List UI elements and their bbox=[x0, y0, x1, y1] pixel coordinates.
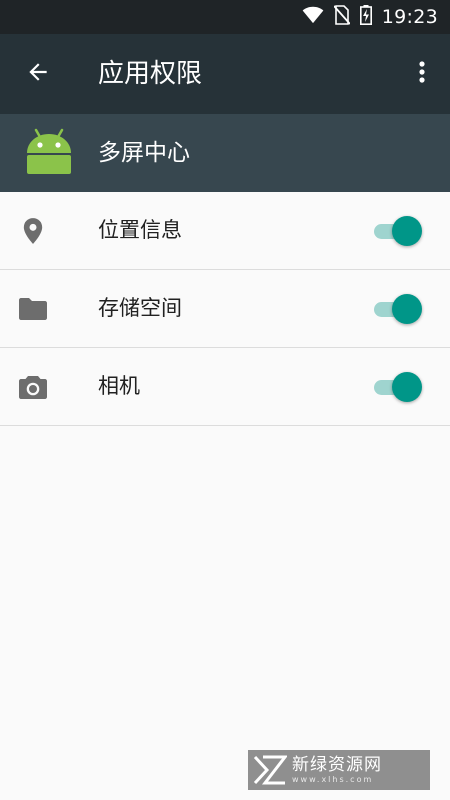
camera-icon bbox=[18, 372, 48, 402]
more-options-button[interactable] bbox=[402, 50, 442, 98]
toggle-thumb bbox=[392, 372, 422, 402]
permission-label: 位置信息 bbox=[98, 218, 182, 242]
app-header: 多屏中心 bbox=[0, 114, 450, 192]
permission-label: 相机 bbox=[98, 374, 140, 398]
watermark-logo-icon bbox=[248, 750, 292, 790]
location-pin-icon bbox=[18, 216, 48, 246]
no-sim-icon bbox=[333, 5, 351, 29]
app-permissions-screen: 19:23 应用权限 多屏中心 位置信息 存储空间 相机 新绿资源网 www.x… bbox=[0, 0, 450, 800]
toggle-thumb bbox=[392, 294, 422, 324]
arrow-back-icon bbox=[25, 59, 51, 89]
page-title: 应用权限 bbox=[98, 59, 203, 89]
permission-row-storage[interactable]: 存储空间 bbox=[0, 270, 450, 348]
camera-toggle[interactable] bbox=[372, 372, 422, 402]
permission-row-location[interactable]: 位置信息 bbox=[0, 192, 450, 270]
watermark-title: 新绿资源网 bbox=[292, 755, 382, 775]
watermark-text: 新绿资源网 www.xlhs.com bbox=[292, 755, 382, 785]
toolbar: 应用权限 bbox=[0, 34, 450, 114]
wifi-icon bbox=[302, 6, 324, 28]
storage-toggle[interactable] bbox=[372, 294, 422, 324]
android-robot-icon bbox=[22, 126, 76, 180]
app-name: 多屏中心 bbox=[98, 140, 190, 166]
back-button[interactable] bbox=[14, 50, 62, 98]
battery-charging-icon bbox=[359, 5, 372, 29]
watermark: 新绿资源网 www.xlhs.com bbox=[248, 750, 430, 790]
permission-list: 位置信息 存储空间 相机 bbox=[0, 192, 450, 426]
permission-row-camera[interactable]: 相机 bbox=[0, 348, 450, 426]
more-vert-icon bbox=[418, 60, 426, 88]
watermark-subtitle: www.xlhs.com bbox=[292, 775, 374, 784]
permission-label: 存储空间 bbox=[98, 296, 182, 320]
toggle-thumb bbox=[392, 216, 422, 246]
folder-icon bbox=[18, 294, 48, 324]
status-bar: 19:23 bbox=[0, 0, 450, 34]
status-icons: 19:23 bbox=[302, 0, 438, 34]
status-time: 19:23 bbox=[381, 6, 438, 28]
location-toggle[interactable] bbox=[372, 216, 422, 246]
